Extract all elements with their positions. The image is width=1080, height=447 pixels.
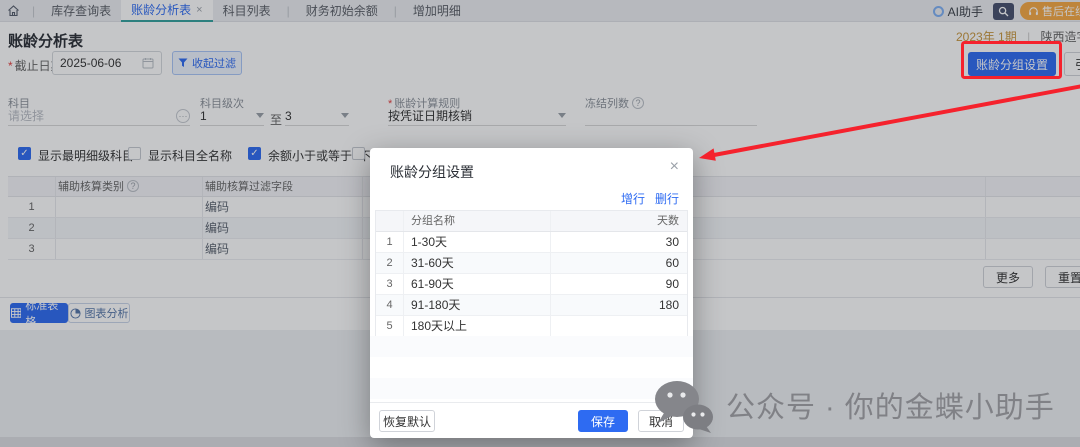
modal-footer: 恢复默认 保存 取消 bbox=[370, 402, 693, 438]
column-header-days: 天数 bbox=[657, 211, 679, 232]
table-row[interactable]: 2 31-60天 60 bbox=[376, 253, 687, 274]
table-row[interactable]: 4 91-180天 180 bbox=[376, 295, 687, 316]
column-header-group-name: 分组名称 bbox=[411, 211, 455, 232]
cell-days: 90 bbox=[666, 274, 679, 295]
screen: | 库存查询表 账龄分析表× 科目列表 | 财务初始余额 | 增加明细 AI助手… bbox=[0, 0, 1080, 447]
modal-title: 账龄分组设置 bbox=[390, 162, 474, 182]
delete-row-button[interactable]: 删行 bbox=[655, 190, 679, 207]
cell-group-name: 1-30天 bbox=[411, 232, 447, 253]
cell-group-name: 31-60天 bbox=[411, 253, 454, 274]
cell-group-name: 180天以上 bbox=[411, 316, 467, 337]
cell-group-name: 61-90天 bbox=[411, 274, 454, 295]
watermark-text: 公众号 · 你的金蝶小助手 bbox=[726, 384, 1055, 426]
wechat-icon bbox=[652, 378, 716, 434]
cell-group-name: 91-180天 bbox=[411, 295, 460, 316]
add-row-button[interactable]: 增行 bbox=[621, 190, 645, 207]
close-icon[interactable]: × bbox=[670, 158, 679, 176]
aging-groups-table: 分组名称 天数 1 1-30天 30 2 31-60天 60 3 61-90天 … bbox=[375, 210, 688, 337]
aging-group-settings-modal: 账龄分组设置 × 增行 删行 分组名称 天数 1 1-30天 30 2 31-6… bbox=[370, 148, 693, 438]
table-header-row: 分组名称 天数 bbox=[376, 211, 687, 232]
cell-days: 180 bbox=[659, 295, 679, 316]
restore-default-button[interactable]: 恢复默认 bbox=[379, 410, 435, 432]
table-row[interactable]: 1 1-30天 30 bbox=[376, 232, 687, 253]
watermark: 公众号 · 你的金蝶小助手 bbox=[652, 378, 1055, 434]
cell-days: 30 bbox=[666, 232, 679, 253]
cell-days: 60 bbox=[666, 253, 679, 274]
table-row[interactable]: 5 180天以上 bbox=[376, 316, 687, 337]
table-row[interactable]: 3 61-90天 90 bbox=[376, 274, 687, 295]
save-button[interactable]: 保存 bbox=[578, 410, 628, 432]
